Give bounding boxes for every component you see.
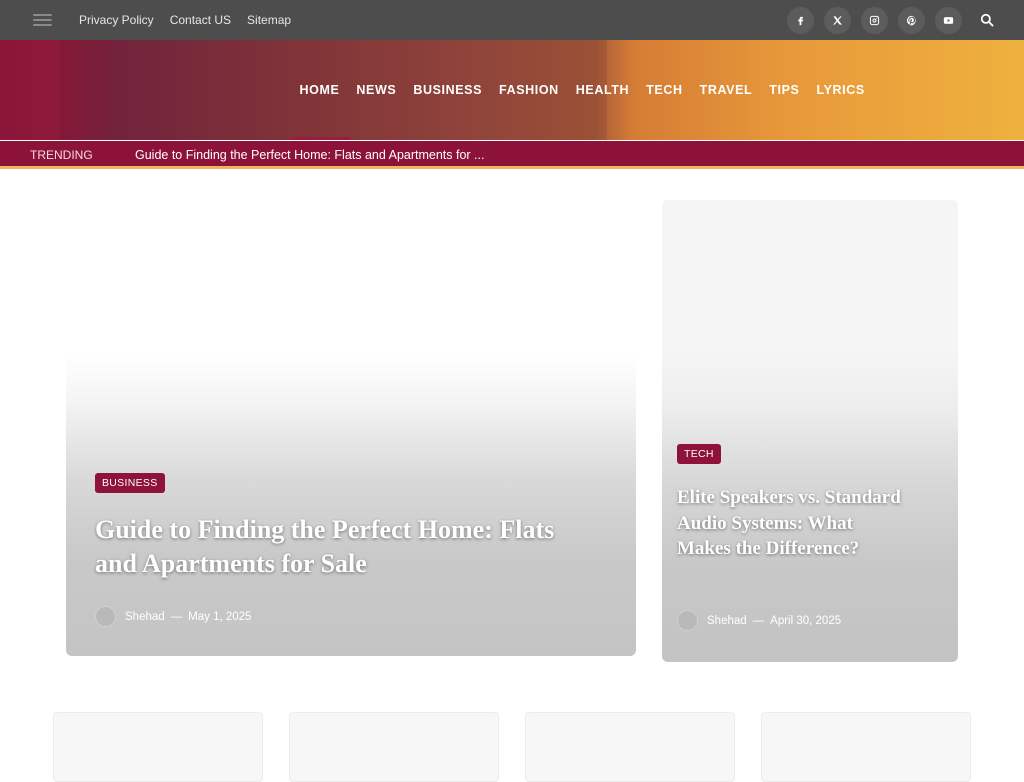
x-icon[interactable] [824, 7, 851, 34]
nav-item-health[interactable]: HEALTH [576, 83, 629, 97]
nav-item-fashion[interactable]: FASHION [499, 83, 559, 97]
nav-item-home[interactable]: HOME [300, 83, 340, 97]
instagram-icon[interactable] [861, 7, 888, 34]
category-badge[interactable]: TECH [677, 444, 721, 464]
post-meta: Shehad — April 30, 2025 [677, 610, 841, 631]
category-badge[interactable]: BUSINESS [95, 473, 165, 493]
top-links: Privacy Policy Contact US Sitemap [79, 0, 307, 40]
post-title[interactable]: Elite Speakers vs. Standard Audio System… [677, 485, 907, 562]
author-name[interactable]: Shehad [707, 615, 747, 627]
youtube-icon[interactable] [935, 7, 962, 34]
featured-post-side[interactable]: TECH Elite Speakers vs. Standard Audio S… [662, 200, 958, 662]
main-nav: HOME NEWS BUSINESS FASHION HEALTH TECH T… [291, 40, 873, 140]
post-card[interactable] [53, 712, 263, 782]
meta-separator: — [170, 610, 183, 623]
meta-separator: — [752, 614, 765, 627]
nav-item-tips[interactable]: TIPS [769, 83, 799, 97]
active-nav-indicator [291, 137, 350, 140]
search-icon[interactable] [980, 13, 994, 27]
nav-item-business[interactable]: BUSINESS [413, 83, 482, 97]
trending-headline[interactable]: Guide to Finding the Perfect Home: Flats… [135, 148, 484, 162]
site-header: HOME NEWS BUSINESS FASHION HEALTH TECH T… [0, 40, 1024, 140]
post-card[interactable] [289, 712, 499, 782]
contact-us-link[interactable]: Contact US [170, 13, 231, 27]
post-card[interactable] [525, 712, 735, 782]
trending-bar: TRENDING Guide to Finding the Perfect Ho… [0, 141, 1024, 169]
pinterest-icon[interactable] [898, 7, 925, 34]
nav-item-tech[interactable]: TECH [646, 83, 682, 97]
avatar [95, 606, 116, 627]
post-card[interactable] [761, 712, 971, 782]
nav-item-travel[interactable]: TRAVEL [700, 83, 753, 97]
post-title[interactable]: Guide to Finding the Perfect Home: Flats… [95, 513, 565, 581]
trending-label: TRENDING [30, 148, 93, 162]
facebook-icon[interactable] [787, 7, 814, 34]
featured-post-main[interactable]: BUSINESS Guide to Finding the Perfect Ho… [66, 200, 636, 656]
top-bar: Privacy Policy Contact US Sitemap [0, 0, 1024, 40]
author-name[interactable]: Shehad [125, 611, 165, 623]
privacy-policy-link[interactable]: Privacy Policy [79, 13, 154, 27]
social-links [777, 7, 962, 34]
post-meta: Shehad — May 1, 2025 [95, 606, 251, 627]
nav-item-lyrics[interactable]: LYRICS [816, 83, 864, 97]
menu-icon[interactable] [33, 14, 52, 27]
avatar [677, 610, 698, 631]
sitemap-link[interactable]: Sitemap [247, 13, 291, 27]
post-date: April 30, 2025 [770, 614, 842, 627]
post-date: May 1, 2025 [188, 610, 252, 623]
nav-item-news[interactable]: NEWS [356, 83, 396, 97]
